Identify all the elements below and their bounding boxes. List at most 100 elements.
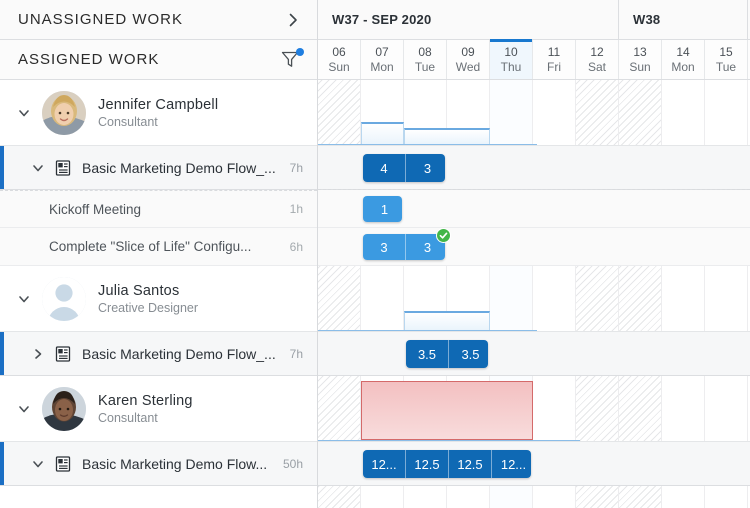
check-icon — [439, 231, 448, 240]
task-row[interactable]: Complete "Slice of Life" Configu... 6h — [0, 228, 317, 266]
assigned-work-header[interactable]: ASSIGNED WORK — [0, 40, 317, 80]
resource-role: Consultant — [98, 115, 218, 129]
day-header-cell[interactable]: 06 Sun — [318, 40, 361, 79]
project-document-icon — [54, 345, 72, 363]
day-header-cell[interactable]: 14 Mon — [662, 40, 705, 79]
avatar — [42, 277, 86, 321]
project-document-icon — [54, 159, 72, 177]
day-number: 06 — [332, 45, 345, 60]
day-header-cell[interactable]: 15 Tue — [705, 40, 748, 79]
allocation-segment[interactable]: 3 — [363, 234, 406, 260]
project-expand-toggle[interactable] — [24, 154, 52, 182]
day-number: 07 — [375, 45, 388, 60]
project-name: Basic Marketing Demo Flow_... — [82, 160, 290, 176]
resource-row[interactable]: Karen Sterling Consultant — [0, 376, 317, 442]
allocation-segment[interactable]: 3.5 — [406, 340, 449, 368]
week-label: W37 - SEP 2020 — [318, 0, 619, 39]
resource-expand-toggle[interactable] — [10, 285, 38, 313]
day-number: 10 — [504, 45, 517, 60]
capacity-block[interactable] — [404, 311, 490, 330]
allocation-bar[interactable]: 3.53.5 — [406, 340, 488, 368]
capacity-baseline — [318, 440, 580, 441]
project-row[interactable]: Basic Marketing Demo Flow_... 7h — [0, 146, 317, 190]
capacity-baseline — [318, 144, 537, 145]
project-row[interactable]: Basic Marketing Demo Flow_... 7h — [0, 332, 317, 376]
day-header-cell[interactable]: 12 Sat — [576, 40, 619, 79]
day-number: 12 — [590, 45, 603, 60]
week-label: W38 — [619, 0, 748, 39]
chevron-down-icon — [17, 402, 31, 416]
task-row[interactable]: Kickoff Meeting 1h — [0, 190, 317, 228]
day-name: Mon — [370, 60, 393, 75]
avatar — [42, 387, 86, 431]
capacity-baseline — [318, 330, 537, 331]
allocation-segment[interactable]: 12... — [363, 450, 406, 478]
day-number: 08 — [418, 45, 431, 60]
allocation-segment[interactable]: 12... — [492, 450, 531, 478]
day-number: 11 — [548, 45, 560, 60]
avatar — [42, 91, 86, 135]
day-header-cell[interactable]: 11 Fri — [533, 40, 576, 79]
day-number: 14 — [676, 45, 689, 60]
allocation-segment[interactable]: 12.5 — [406, 450, 449, 478]
day-name: Sun — [629, 60, 650, 75]
gantt-timeline: W37 - SEP 2020W38 06 Sun07 Mon08 Tue09 W… — [318, 0, 750, 508]
day-number: 09 — [461, 45, 474, 60]
day-name: Thu — [501, 60, 522, 75]
allocation-segment[interactable]: 12.5 — [449, 450, 492, 478]
timeline-grid: 431333.53.512...12.512.512... — [318, 80, 750, 508]
day-number: 13 — [633, 45, 646, 60]
resource-name: Julia Santos — [98, 283, 198, 299]
chevron-right-icon[interactable] — [283, 10, 303, 30]
day-header-cell[interactable]: 10 Thu — [490, 40, 533, 79]
filter-active-badge — [296, 48, 304, 56]
unassigned-work-header[interactable]: UNASSIGNED WORK — [0, 0, 317, 40]
chevron-right-icon — [31, 347, 45, 361]
day-name: Tue — [716, 60, 736, 75]
day-name: Sat — [588, 60, 606, 75]
resource-role: Creative Designer — [98, 301, 198, 315]
task-hours: 6h — [290, 240, 317, 254]
day-header-cell[interactable]: 13 Sun — [619, 40, 662, 79]
resource-expand-toggle[interactable] — [10, 99, 38, 127]
resource-expand-toggle[interactable] — [10, 395, 38, 423]
capacity-block[interactable] — [404, 128, 490, 144]
chevron-down-icon — [31, 457, 45, 471]
day-header-cell[interactable]: 09 Wed — [447, 40, 490, 79]
overallocation-block[interactable] — [361, 381, 533, 440]
allocation-segment[interactable]: 3 — [406, 154, 445, 182]
project-row[interactable]: Basic Marketing Demo Flow... 50h — [0, 442, 317, 486]
allocation-segment[interactable]: 4 — [363, 154, 406, 182]
project-expand-toggle[interactable] — [24, 450, 52, 478]
avatar-placeholder-icon — [42, 277, 86, 321]
day-header-cell[interactable]: 08 Tue — [404, 40, 447, 79]
project-hours: 7h — [290, 161, 317, 175]
day-header-cell[interactable]: 07 Mon — [361, 40, 404, 79]
unassigned-work-label: UNASSIGNED WORK — [18, 11, 283, 28]
resource-row[interactable]: Julia Santos Creative Designer — [0, 266, 317, 332]
allocation-segment[interactable]: 3.5 — [449, 340, 488, 368]
allocation-bar[interactable]: 1 — [363, 196, 402, 222]
week-header-row: W37 - SEP 2020W38 — [318, 0, 750, 40]
resource-row[interactable]: Jennifer Campbell Consultant — [0, 80, 317, 146]
avatar-photo — [42, 91, 86, 135]
resource-list-panel: UNASSIGNED WORK ASSIGNED WORK — [0, 0, 318, 508]
chevron-down-icon — [17, 292, 31, 306]
task-name: Complete "Slice of Life" Configu... — [49, 239, 290, 254]
filter-button[interactable] — [279, 48, 303, 72]
capacity-block[interactable] — [361, 122, 404, 144]
chevron-down-icon — [17, 106, 31, 120]
resource-name: Jennifer Campbell — [98, 97, 218, 113]
allocation-bar[interactable]: 33 — [363, 234, 445, 260]
resource-name: Karen Sterling — [98, 393, 193, 409]
allocation-bar[interactable]: 12...12.512.512... — [363, 450, 531, 478]
task-complete-badge — [436, 228, 451, 243]
allocation-bar[interactable]: 43 — [363, 154, 445, 182]
project-name: Basic Marketing Demo Flow... — [82, 456, 283, 472]
day-name: Wed — [456, 60, 480, 75]
allocation-segment[interactable]: 1 — [363, 196, 402, 222]
project-expand-toggle[interactable] — [24, 340, 52, 368]
day-name: Mon — [671, 60, 694, 75]
project-hours: 50h — [283, 457, 317, 471]
day-header-row: 06 Sun07 Mon08 Tue09 Wed10 Thu11 Fri12 S… — [318, 40, 750, 80]
